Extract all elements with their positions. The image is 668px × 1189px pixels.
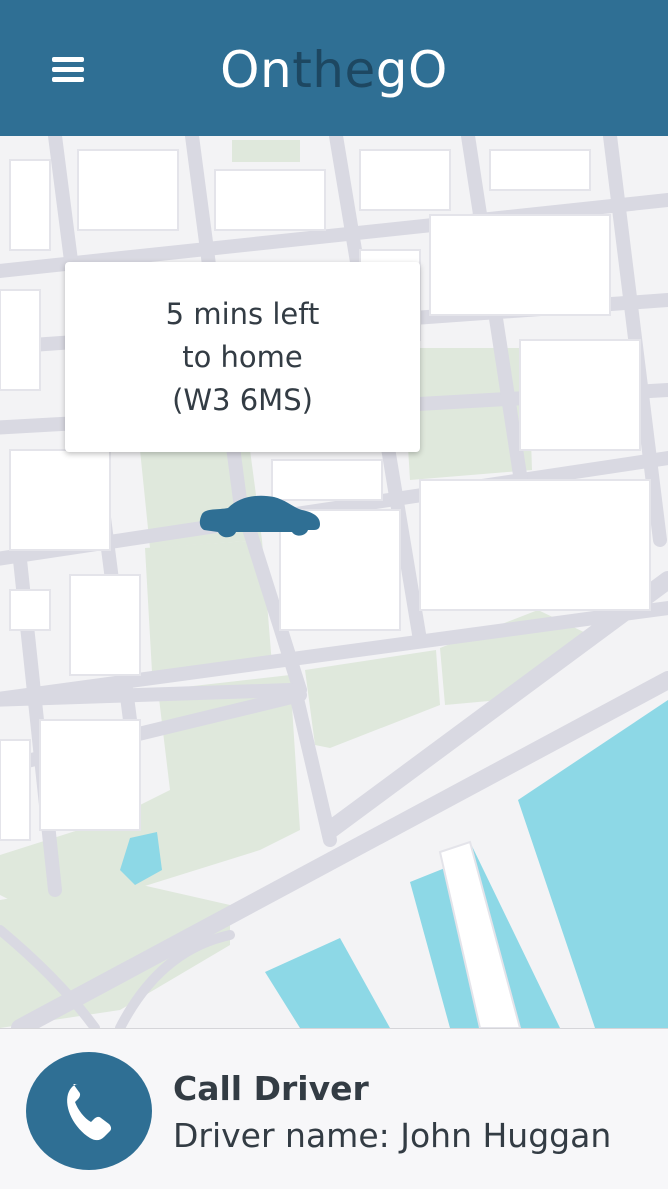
driver-name-text: Driver name: John Huggan [173,1116,612,1155]
logo-part-2: the [292,41,376,99]
car-icon [198,494,322,540]
eta-popup: 5 mins left to home (W3 6MS) [65,262,420,452]
app-header: OnthegO [0,0,668,136]
eta-line-2: to home [182,339,303,374]
eta-line-1: 5 mins left [165,296,320,331]
logo-part-1: On [220,41,293,99]
eta-line-3: (W3 6MS) [172,382,313,417]
logo-part-3: gO [375,41,448,99]
call-driver-label[interactable]: Call Driver [173,1069,369,1108]
map-view[interactable]: 5 mins left to home (W3 6MS) [0,136,668,1028]
app-logo: OnthegO [0,38,668,102]
driver-panel: Call Driver Driver name: John Huggan [0,1028,668,1189]
call-driver-button[interactable] [26,1052,152,1170]
